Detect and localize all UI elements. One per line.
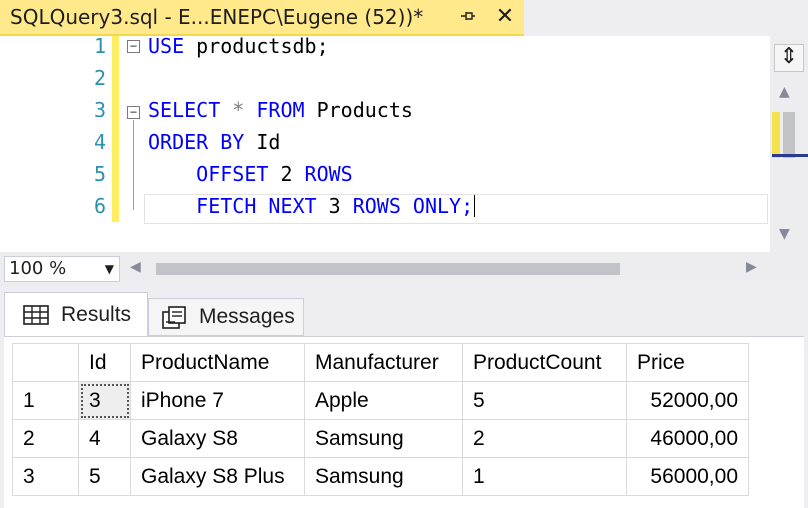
grid-cell[interactable]: Galaxy S8 Plus	[130, 457, 305, 496]
code-line-4[interactable]: ORDER BY Id	[148, 126, 280, 158]
column-header[interactable]: ProductName	[130, 343, 305, 382]
grid-cell[interactable]: 5	[462, 381, 627, 420]
vertical-scroll-thumb[interactable]	[783, 112, 795, 158]
grid-cell[interactable]: 2	[462, 419, 627, 458]
grid-icon	[23, 304, 49, 326]
row-number[interactable]: 3	[12, 457, 79, 496]
line-number: 5	[93, 162, 106, 186]
text-caret	[474, 195, 476, 217]
grid-cell[interactable]: Samsung	[304, 419, 463, 458]
code-line-1[interactable]: USE productsdb;	[148, 30, 329, 62]
row-number[interactable]: 1	[12, 381, 79, 420]
caret-position-marker	[772, 154, 808, 157]
grid-header-row: Id ProductName Manufacturer ProductCount…	[12, 343, 749, 382]
grid-cell[interactable]: iPhone 7	[130, 381, 305, 420]
column-header[interactable]: Id	[78, 343, 131, 382]
column-header[interactable]: Manufacturer	[304, 343, 463, 382]
line-number: 4	[93, 130, 106, 154]
document-tab-title: SQLQuery3.sql - E...ENEPC\Eugene (52))*	[10, 5, 424, 29]
tab-results-label: Results	[61, 302, 132, 326]
scroll-left-icon[interactable]: ◀	[130, 259, 141, 275]
scroll-down-icon[interactable]: ▼	[779, 226, 790, 242]
grid-cell[interactable]: 1	[462, 457, 627, 496]
messages-icon	[161, 306, 187, 329]
line-number: 1	[93, 34, 106, 58]
vertical-scrollbar[interactable]: ⇕ ▲ ▼	[770, 36, 808, 252]
column-header[interactable]: ProductCount	[462, 343, 627, 382]
grid-cell[interactable]: Galaxy S8	[130, 419, 305, 458]
line-number: 3	[93, 98, 106, 122]
grid-cell[interactable]: 56000,00	[626, 457, 749, 496]
scroll-up-icon[interactable]: ▲	[779, 84, 790, 100]
split-view-button[interactable]: ⇕	[774, 44, 804, 72]
change-marker-overview	[772, 112, 780, 158]
grid-cell[interactable]: 52000,00	[626, 381, 749, 420]
grid-cell[interactable]: 4	[78, 419, 131, 458]
fold-guide	[133, 120, 134, 210]
results-grid[interactable]: Id ProductName Manufacturer ProductCount…	[12, 343, 749, 496]
code-line-5[interactable]: OFFSET 2 ROWS	[148, 158, 353, 190]
tab-results[interactable]: Results	[4, 292, 148, 336]
code-line-3[interactable]: SELECT * FROM Products	[148, 94, 413, 126]
line-number: 2	[93, 66, 106, 90]
grid-cell[interactable]: 46000,00	[626, 419, 749, 458]
table-row[interactable]: 1 3 iPhone 7 Apple 5 52000,00	[12, 381, 749, 420]
grid-cell[interactable]: Apple	[304, 381, 463, 420]
row-number-header[interactable]	[12, 343, 79, 382]
grid-cell[interactable]: Samsung	[304, 457, 463, 496]
horizontal-scroll-thumb[interactable]	[156, 263, 620, 275]
table-row[interactable]: 3 5 Galaxy S8 Plus Samsung 1 56000,00	[12, 457, 749, 496]
grid-cell[interactable]: 3	[78, 381, 131, 420]
code-line-6[interactable]: FETCH NEXT 3 ROWS ONLY;	[148, 190, 476, 222]
row-number[interactable]: 2	[12, 419, 79, 458]
change-marker-bar	[112, 36, 119, 222]
tab-strip-background	[524, 0, 808, 36]
grid-cell[interactable]: 5	[78, 457, 131, 496]
column-header[interactable]: Price	[626, 343, 749, 382]
query-editor[interactable]: 1 2 3 4 5 6 − − USE productsdb; SELECT *…	[0, 34, 808, 252]
chevron-down-icon: ▼	[104, 262, 114, 276]
zoom-select[interactable]: 100 % ▼	[4, 256, 120, 282]
pin-icon[interactable]	[458, 8, 478, 28]
tab-messages-label: Messages	[199, 305, 295, 328]
close-tab-button[interactable]: ✕	[492, 4, 518, 30]
zoom-value: 100 %	[9, 258, 67, 279]
collapse-icon[interactable]: −	[127, 40, 140, 53]
results-grid-panel: Id ProductName Manufacturer ProductCount…	[4, 336, 804, 508]
scroll-right-icon[interactable]: ▶	[746, 259, 757, 275]
editor-bottom-bar: 100 % ▼ ◀ ▶	[0, 252, 808, 286]
line-number: 6	[93, 194, 106, 218]
collapse-icon[interactable]: −	[127, 106, 140, 119]
close-icon: ✕	[495, 4, 515, 29]
results-pane: Results Messages Id ProductName Manufact…	[0, 286, 808, 508]
table-row[interactable]: 2 4 Galaxy S8 Samsung 2 46000,00	[12, 419, 749, 458]
tab-messages[interactable]: Messages	[148, 298, 304, 336]
